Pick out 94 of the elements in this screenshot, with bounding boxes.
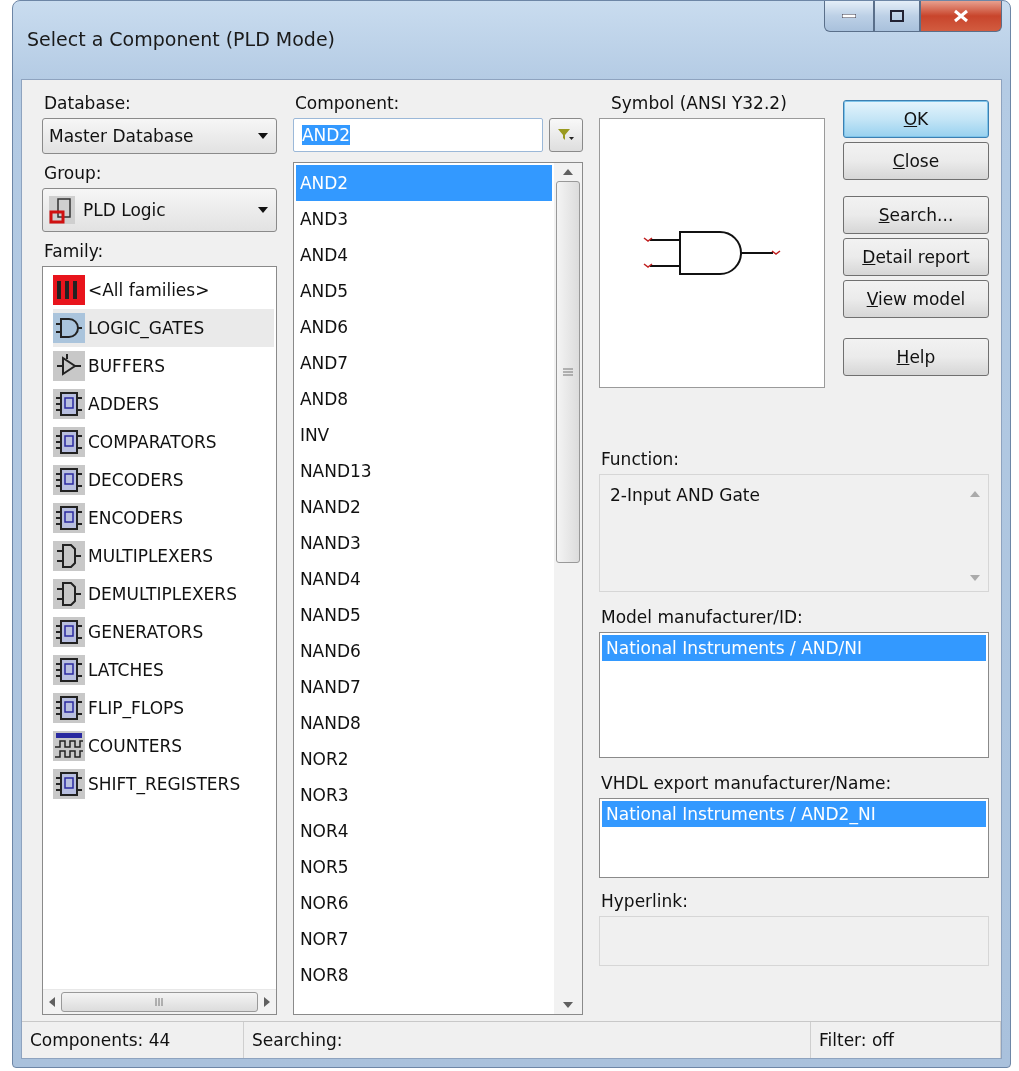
component-item[interactable]: NAND4 [295, 561, 552, 597]
scroll-right-icon[interactable] [263, 997, 270, 1007]
component-item[interactable]: AND4 [295, 237, 552, 273]
scroll-down-icon[interactable] [563, 1002, 573, 1008]
component-item[interactable]: AND7 [295, 345, 552, 381]
database-dropdown[interactable]: Master Database [42, 118, 277, 154]
model-label: Model manufacturer/ID: [601, 606, 804, 628]
group-label: Group: [44, 162, 103, 184]
maximize-button[interactable] [874, 1, 920, 32]
scroll-up-icon[interactable] [563, 169, 573, 175]
family-item[interactable]: FLIP_FLOPS [53, 689, 274, 727]
component-item[interactable]: NAND13 [295, 453, 552, 489]
horizontal-scrollbar[interactable] [43, 989, 276, 1014]
family-item[interactable]: LATCHES [53, 651, 274, 689]
function-label: Function: [601, 448, 681, 470]
chip-icon [53, 769, 85, 799]
component-item[interactable]: NOR4 [295, 813, 552, 849]
component-item[interactable]: NAND3 [295, 525, 552, 561]
component-item[interactable]: AND5 [295, 273, 552, 309]
component-label: Component: [294, 92, 401, 114]
vhdl-label: VHDL export manufacturer/Name: [601, 772, 893, 794]
chip-icon [53, 427, 85, 457]
dialog-button[interactable]: Help [843, 338, 989, 376]
component-item[interactable]: NOR2 [295, 741, 552, 777]
dialog-button[interactable]: View model [843, 280, 989, 318]
hyperlink-label: Hyperlink: [601, 890, 689, 912]
grip-icon [154, 998, 165, 1006]
dropdown-arrow-icon[interactable] [257, 207, 268, 213]
component-item[interactable]: NAND8 [295, 705, 552, 741]
close-icon [953, 9, 969, 23]
component-item[interactable]: AND3 [295, 201, 552, 237]
family-item[interactable]: GENERATORS [53, 613, 274, 651]
symbol-label: Symbol (ANSI Y32.2) [611, 92, 788, 114]
chip-icon [53, 465, 85, 495]
family-label: Family: [44, 240, 105, 262]
and-gate-icon [53, 313, 85, 343]
minimize-icon [842, 14, 856, 18]
family-item[interactable]: DECODERS [53, 461, 274, 499]
chip-icon [53, 389, 85, 419]
status-text: Filter: off [811, 1022, 1001, 1058]
multiplexer-icon [53, 541, 85, 571]
component-item[interactable]: NAND7 [295, 669, 552, 705]
family-item[interactable]: LOGIC_GATES [53, 309, 274, 347]
close-button[interactable] [920, 1, 1002, 32]
chip-icon [53, 655, 85, 685]
scroll-thumb[interactable] [556, 181, 580, 563]
maximize-icon [890, 10, 904, 22]
counter-icon [53, 731, 85, 761]
component-item[interactable]: NOR6 [295, 885, 552, 921]
family-item[interactable]: COUNTERS [53, 727, 274, 765]
dialog-button[interactable]: OK [843, 100, 989, 138]
scroll-thumb[interactable] [61, 992, 258, 1012]
buffer-icon [53, 351, 85, 381]
family-item[interactable]: SHIFT_REGISTERS [53, 765, 274, 803]
status-text: Components: 44 [22, 1022, 244, 1058]
family-item[interactable]: DEMULTIPLEXERS [53, 575, 274, 613]
component-item[interactable]: INV [295, 417, 552, 453]
dialog-button[interactable]: Search... [843, 196, 989, 234]
family-item[interactable]: COMPARATORS [53, 423, 274, 461]
status-text: Searching: [244, 1022, 811, 1058]
family-item[interactable]: <All families> [53, 271, 274, 309]
database-label: Database: [44, 92, 132, 114]
family-item[interactable]: MULTIPLEXERS [53, 537, 274, 575]
component-item[interactable]: NAND2 [295, 489, 552, 525]
component-item[interactable]: NOR8 [295, 957, 552, 993]
component-item[interactable]: AND8 [295, 381, 552, 417]
vertical-scrollbar[interactable] [554, 163, 582, 1014]
dialog-button[interactable]: Close [843, 142, 989, 180]
family-item[interactable]: ADDERS [53, 385, 274, 423]
chip-icon [53, 503, 85, 533]
function-field: 2-Input AND Gate [599, 474, 989, 592]
component-item[interactable]: NOR7 [295, 921, 552, 957]
grip-icon [563, 367, 573, 377]
window-title: Select a Component (PLD Mode) [27, 28, 335, 50]
scroll-left-icon[interactable] [49, 997, 55, 1007]
hyperlink-field[interactable] [599, 916, 989, 966]
filter-button[interactable] [549, 118, 583, 152]
component-item[interactable]: NOR5 [295, 849, 552, 885]
dropdown-arrow-icon[interactable] [257, 133, 268, 139]
dialog-button[interactable]: Detail report [843, 238, 989, 276]
family-item[interactable]: ENCODERS [53, 499, 274, 537]
pld-chip-icon [49, 196, 75, 224]
all-families-icon [53, 275, 85, 305]
minimize-button[interactable] [824, 1, 874, 32]
filter-icon [558, 129, 574, 141]
component-item[interactable]: NOR3 [295, 777, 552, 813]
chip-icon [53, 617, 85, 647]
component-item[interactable]: AND6 [295, 309, 552, 345]
component-item[interactable]: NAND5 [295, 597, 552, 633]
component-item[interactable]: NAND6 [295, 633, 552, 669]
multiplexer-icon [53, 579, 85, 609]
group-dropdown[interactable]: PLD Logic [42, 188, 277, 232]
family-item[interactable]: BUFFERS [53, 347, 274, 385]
chip-icon [53, 693, 85, 723]
